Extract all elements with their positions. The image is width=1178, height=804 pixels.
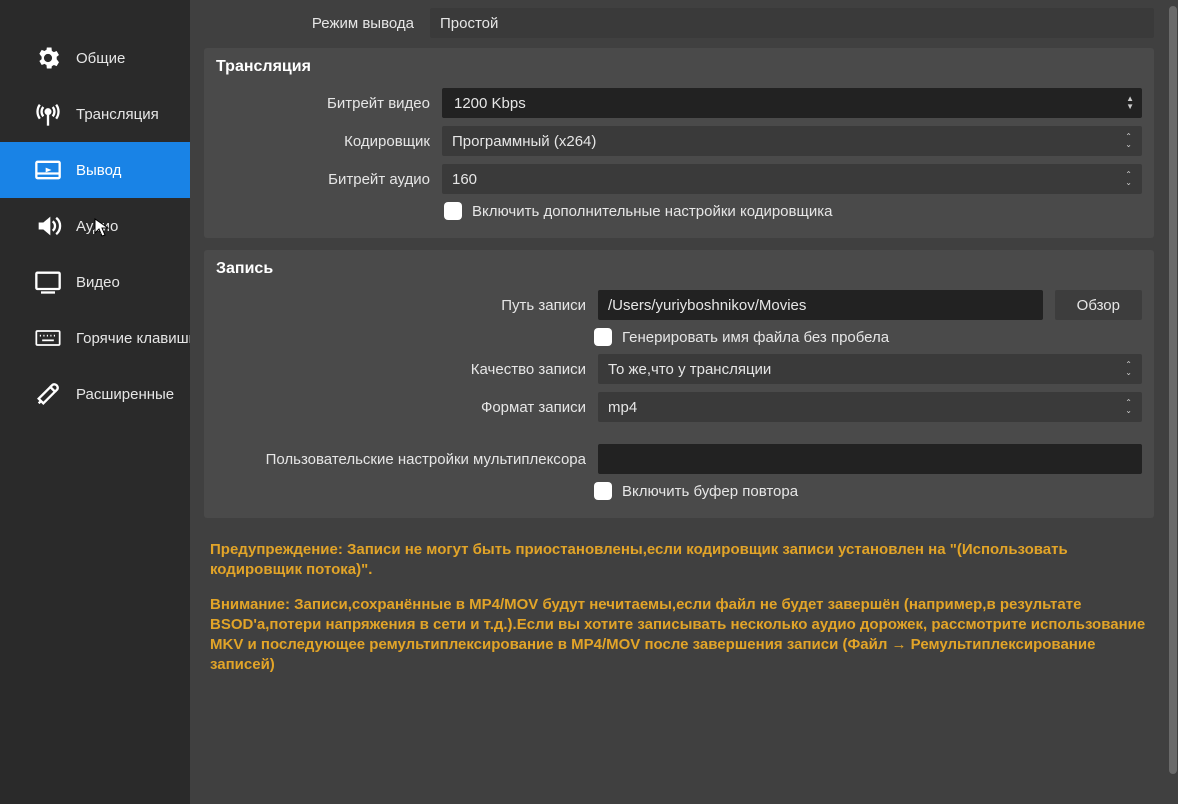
advanced-encoder-checkbox-row: Включить дополнительные настройки кодиро… — [204, 198, 1154, 224]
record-format-select[interactable]: mp4 ⌃⌄ — [598, 392, 1142, 422]
audio-bitrate-value: 160 — [452, 171, 477, 188]
antenna-icon — [34, 100, 62, 128]
video-bitrate-row: Битрейт видео 1200 Kbps ▲▼ — [204, 84, 1154, 122]
stepper-icon[interactable]: ▲▼ — [1120, 95, 1134, 111]
chevrons-icon: ⌃⌄ — [1119, 399, 1132, 415]
sidebar-item-video[interactable]: Видео — [0, 254, 190, 310]
warning-1: Предупреждение: Записи не могут быть при… — [210, 540, 1148, 581]
sidebar-item-audio[interactable]: Аудио — [0, 198, 190, 254]
output-icon — [34, 156, 62, 184]
sidebar-item-label: Общие — [76, 50, 125, 67]
output-mode-select[interactable]: Простой — [430, 8, 1154, 38]
replay-buffer-row: Включить буфер повтора — [204, 478, 1154, 504]
chevrons-icon: ⌃⌄ — [1119, 171, 1132, 187]
replay-buffer-checkbox[interactable] — [594, 482, 612, 500]
encoder-value: Программный (x264) — [452, 133, 596, 150]
mux-settings-input[interactable] — [598, 444, 1142, 474]
vertical-scrollbar[interactable] — [1168, 0, 1178, 804]
main-content: Режим вывода Простой Трансляция Битрейт … — [190, 0, 1168, 804]
audio-bitrate-label: Битрейт аудио — [216, 171, 430, 188]
advanced-encoder-checkbox-label: Включить дополнительные настройки кодиро… — [472, 203, 832, 220]
record-quality-select[interactable]: То же,что у трансляции ⌃⌄ — [598, 354, 1142, 384]
sidebar-item-label: Горячие клавиши — [76, 330, 190, 347]
record-quality-label: Качество записи — [216, 361, 586, 378]
filename-no-space-row: Генерировать имя файла без пробела — [204, 324, 1154, 350]
browse-button[interactable]: Обзор — [1055, 290, 1142, 320]
mux-settings-row: Пользовательские настройки мультиплексор… — [204, 426, 1154, 478]
video-bitrate-label: Битрейт видео — [216, 95, 430, 112]
settings-sidebar: Общие Трансляция Вывод Аудио Видео Горяч… — [0, 0, 190, 804]
record-format-value: mp4 — [608, 399, 637, 416]
sidebar-item-stream[interactable]: Трансляция — [0, 86, 190, 142]
replay-buffer-label: Включить буфер повтора — [622, 483, 798, 500]
encoder-select[interactable]: Программный (x264) ⌃⌄ — [442, 126, 1142, 156]
record-path-row: Путь записи /Users/yuriyboshnikov/Movies… — [204, 286, 1154, 324]
output-mode-row: Режим вывода Простой — [204, 8, 1154, 48]
stream-panel: Трансляция Битрейт видео 1200 Kbps ▲▼ Ко… — [204, 48, 1154, 238]
sidebar-item-label: Вывод — [76, 162, 121, 179]
encoder-row: Кодировщик Программный (x264) ⌃⌄ — [204, 122, 1154, 160]
speaker-icon — [34, 212, 62, 240]
sidebar-item-label: Видео — [76, 274, 120, 291]
warning-2: Внимание: Записи,сохранённые в MP4/MOV б… — [210, 595, 1148, 676]
record-path-input[interactable]: /Users/yuriyboshnikov/Movies — [598, 290, 1043, 320]
advanced-encoder-checkbox[interactable] — [444, 202, 462, 220]
sidebar-item-label: Трансляция — [76, 106, 159, 123]
record-quality-value: То же,что у трансляции — [608, 361, 771, 378]
tools-icon — [34, 380, 62, 408]
sidebar-item-hotkeys[interactable]: Горячие клавиши — [0, 310, 190, 366]
chevrons-icon: ⌃⌄ — [1119, 361, 1132, 377]
warning-text: Предупреждение: Записи не могут быть при… — [204, 530, 1154, 700]
audio-bitrate-select[interactable]: 160 ⌃⌄ — [442, 164, 1142, 194]
stream-panel-title: Трансляция — [204, 48, 1154, 84]
sidebar-item-label: Расширенные — [76, 386, 174, 403]
output-mode-label: Режим вывода — [204, 15, 418, 32]
record-panel-title: Запись — [204, 250, 1154, 286]
output-mode-value: Простой — [440, 15, 498, 32]
audio-bitrate-row: Битрейт аудио 160 ⌃⌄ — [204, 160, 1154, 198]
record-format-label: Формат записи — [216, 399, 586, 416]
keyboard-icon — [34, 324, 62, 352]
video-bitrate-input[interactable]: 1200 Kbps ▲▼ — [442, 88, 1142, 118]
chevrons-icon: ⌃⌄ — [1119, 133, 1132, 149]
browse-button-label: Обзор — [1077, 297, 1120, 314]
record-quality-row: Качество записи То же,что у трансляции ⌃… — [204, 350, 1154, 388]
mux-settings-label: Пользовательские настройки мультиплексор… — [216, 451, 586, 468]
sidebar-item-general[interactable]: Общие — [0, 30, 190, 86]
sidebar-item-label: Аудио — [76, 218, 118, 235]
record-format-row: Формат записи mp4 ⌃⌄ — [204, 388, 1154, 426]
sidebar-item-advanced[interactable]: Расширенные — [0, 366, 190, 422]
record-panel: Запись Путь записи /Users/yuriyboshnikov… — [204, 250, 1154, 518]
filename-no-space-label: Генерировать имя файла без пробела — [622, 329, 889, 346]
filename-no-space-checkbox[interactable] — [594, 328, 612, 346]
video-bitrate-value: 1200 Kbps — [454, 95, 526, 112]
sidebar-item-output[interactable]: Вывод — [0, 142, 190, 198]
encoder-label: Кодировщик — [216, 133, 430, 150]
scrollbar-thumb[interactable] — [1169, 6, 1177, 774]
gear-icon — [34, 44, 62, 72]
record-path-label: Путь записи — [216, 297, 586, 314]
monitor-icon — [34, 268, 62, 296]
record-path-value: /Users/yuriyboshnikov/Movies — [608, 297, 806, 314]
